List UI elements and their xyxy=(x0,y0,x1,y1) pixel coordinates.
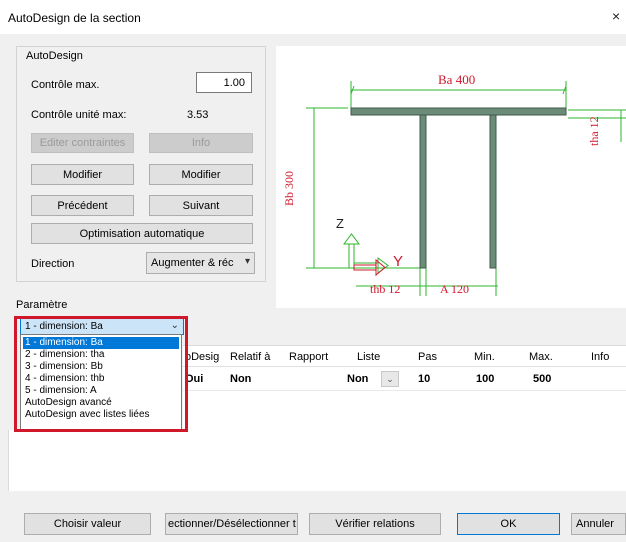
section-drawing: Ba 400 tha 12 Bb 300 thb 12 A 120 Z Y xyxy=(276,46,626,308)
grid-header-relatif: Relatif à xyxy=(230,351,271,363)
verify-relations-button[interactable]: Vérifier relations xyxy=(309,513,441,535)
choose-value-button[interactable]: Choisir valeur xyxy=(24,513,151,535)
grid-cell-max[interactable]: 500 xyxy=(533,373,551,385)
auto-optimization-button[interactable]: Optimisation automatique xyxy=(31,223,253,244)
grid-header-rapport: Rapport xyxy=(289,351,329,363)
direction-label: Direction xyxy=(31,258,75,270)
y-axis-label: Y xyxy=(393,253,404,270)
grid-cell-pas[interactable]: 10 xyxy=(418,373,430,385)
select-deselect-button[interactable]: ectionner/Désélectionner t xyxy=(165,513,298,535)
grid-cell-liste[interactable]: Non xyxy=(347,373,368,385)
highlight-frame xyxy=(14,316,188,432)
grid-cell-min[interactable]: 100 xyxy=(476,373,494,385)
max-unit-check-value: 3.53 xyxy=(187,109,209,121)
chevron-down-icon: ▾ xyxy=(244,256,250,267)
max-check-input[interactable]: 1.00 xyxy=(196,72,252,93)
grid-header-divider xyxy=(183,366,626,367)
max-unit-check-label: Contrôle unité max: xyxy=(31,109,127,121)
grid-header-min: Min. xyxy=(474,351,495,363)
modify-left-button[interactable]: Modifier xyxy=(31,164,134,185)
window-title: AutoDesign de la section xyxy=(8,11,141,25)
thb-dimension-label: thb 12 xyxy=(370,282,401,296)
previous-button[interactable]: Précédent xyxy=(31,195,134,216)
grid-header-pas: Pas xyxy=(418,351,437,363)
next-button[interactable]: Suivant xyxy=(149,195,253,216)
bb-dimension-label: Bb 300 xyxy=(282,170,296,206)
parametre-label: Paramètre xyxy=(16,299,68,311)
grid-header-autodesign: oDesig xyxy=(185,351,220,363)
grid-row-divider xyxy=(183,390,626,391)
ok-button[interactable]: OK xyxy=(457,513,560,535)
grid-header-max: Max. xyxy=(529,351,553,363)
grid-header-info: Info xyxy=(591,351,610,363)
direction-value: Augmenter & réc xyxy=(151,257,234,269)
tha-dimension-label: tha 12 xyxy=(587,116,601,146)
edit-constraints-button[interactable]: Editer contraintes xyxy=(31,133,134,153)
max-check-label: Contrôle max. xyxy=(31,79,100,91)
grid-cell-relatif[interactable]: Non xyxy=(230,373,251,385)
ba-dimension-label: Ba 400 xyxy=(438,72,476,87)
autodesign-group-label: AutoDesign xyxy=(24,50,85,62)
liste-dropdown-chevron-icon[interactable]: ⌄ xyxy=(381,371,399,387)
cancel-button[interactable]: Annuler xyxy=(571,513,626,535)
modify-right-button[interactable]: Modifier xyxy=(149,164,253,185)
a-dimension-label: A 120 xyxy=(440,282,470,296)
direction-select[interactable]: Augmenter & réc ▾ xyxy=(146,252,255,274)
grid-left-blank xyxy=(8,430,183,491)
info-button[interactable]: Info xyxy=(149,133,253,153)
close-icon[interactable]: × xyxy=(612,8,620,24)
z-axis-label: Z xyxy=(336,216,344,231)
grid-header-liste: Liste xyxy=(357,351,381,363)
